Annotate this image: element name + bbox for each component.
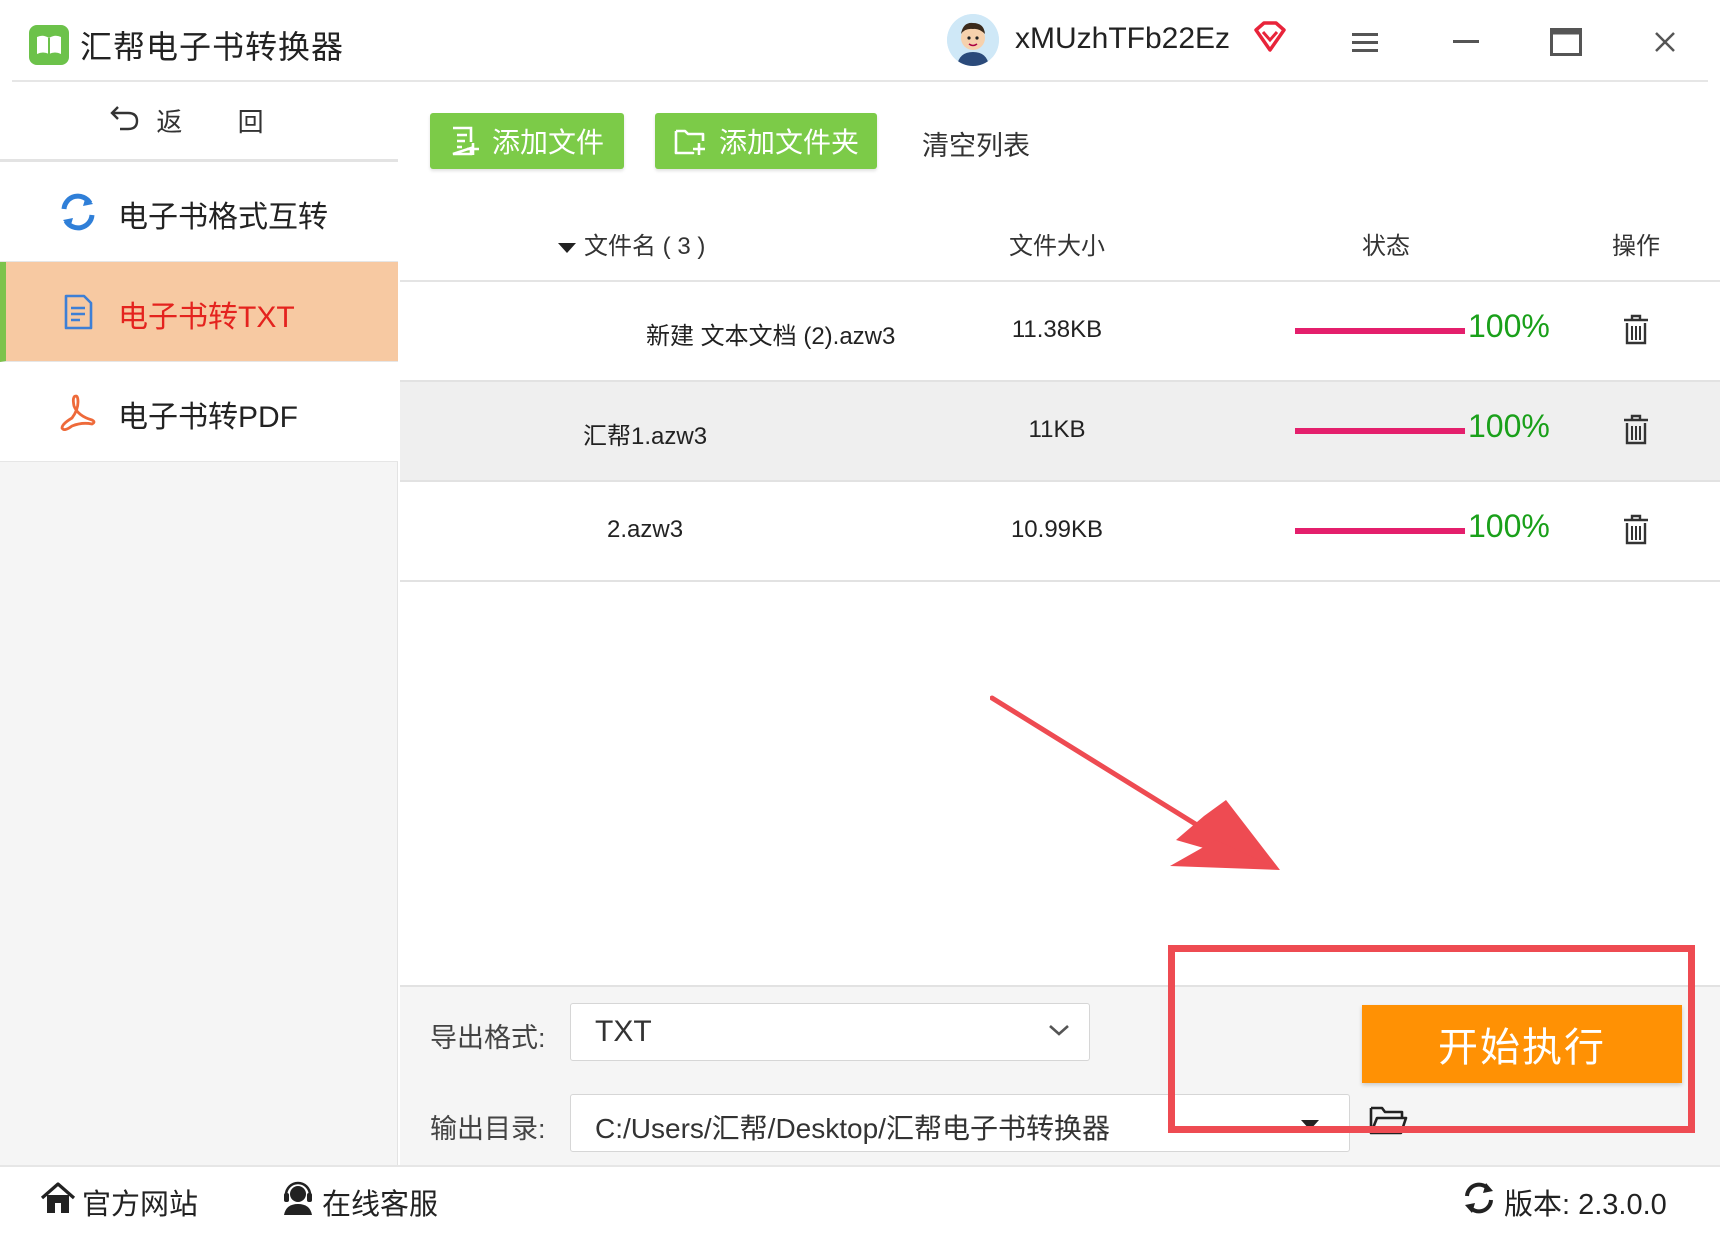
clear-list-button[interactable]: 清空列表 [922,124,1030,163]
headset-icon [280,1181,316,1223]
document-icon [58,292,98,332]
progress-text: 100% [1468,308,1550,344]
back-button[interactable]: 返 回 [0,82,398,162]
progress-text: 100% [1468,408,1550,444]
refresh-icon [58,192,98,232]
add-file-label: 添加文件 [492,127,605,158]
sidebar-item-to-txt[interactable]: 电子书转TXT [0,262,398,362]
open-folder-icon[interactable] [1368,1103,1408,1142]
sidebar-item-format-convert[interactable]: 电子书格式互转 [0,162,398,262]
title-bar: 汇帮电子书转换器 xMUzhTFb22Ez [0,0,1720,82]
app-logo-icon [29,25,69,65]
table-row[interactable]: 2.azw3 10.99KB 100% [400,482,1720,582]
refresh-icon [1462,1181,1496,1223]
online-support-link[interactable]: 在线客服 [280,1181,438,1223]
add-folder-icon [673,125,707,157]
chevron-down-icon [1047,1022,1071,1043]
column-header-size: 文件大小 [1009,233,1105,260]
column-header-filename-label: 文件名 ( 3 ) [584,233,706,260]
status-bar: 官方网站 在线客服 版本: 2.3.0.0 [0,1165,1720,1234]
sidebar: 返 回 电子书格式互转 电子书转TXT 电子书转PDF [0,82,398,1165]
export-format-value: TXT [595,1015,652,1048]
column-header-filename[interactable]: 文件名 ( 3 ) [558,226,705,261]
menu-icon[interactable] [1345,22,1385,62]
output-dir-select[interactable]: C:/Users/汇帮/Desktop/汇帮电子书转换器 [570,1094,1350,1152]
table-row[interactable]: 新建 文本文档 (2).azw3 11.38KB 100% [400,282,1720,382]
delete-icon[interactable] [1622,414,1650,451]
username[interactable]: xMUzhTFb22Ez [1015,22,1230,56]
dropdown-caret-icon [1301,1120,1319,1130]
online-support-label: 在线客服 [322,1189,439,1221]
sidebar-item-label: 电子书转PDF [118,401,298,434]
column-header-action: 操作 [1612,233,1660,260]
output-dir-value: C:/Users/汇帮/Desktop/汇帮电子书转换器 [595,1113,1110,1144]
version-info: 版本: 2.3.0.0 [1462,1181,1667,1223]
back-arrow-icon [110,103,140,138]
home-icon [40,1181,76,1223]
official-website-link[interactable]: 官方网站 [40,1181,198,1223]
start-button[interactable]: 开始执行 [1362,1005,1682,1083]
minimize-icon[interactable] [1446,22,1486,62]
delete-icon[interactable] [1622,514,1650,551]
user-avatar[interactable] [947,14,999,66]
progress-bar [1295,428,1465,434]
add-folder-button[interactable]: 添加文件夹 [655,113,877,169]
back-label: 返 回 [156,107,288,137]
table-row[interactable]: 汇帮1.azw3 11KB 100% [400,382,1720,482]
progress-bar [1295,528,1465,534]
progress-text: 100% [1468,508,1550,544]
column-header-status: 状态 [1362,233,1410,260]
sidebar-item-to-pdf[interactable]: 电子书转PDF [0,362,398,462]
pdf-icon [58,392,98,432]
sidebar-item-label: 电子书转TXT [118,301,295,334]
export-format-select[interactable]: TXT [570,1003,1090,1061]
add-file-button[interactable]: 添加文件 [430,113,624,169]
add-folder-label: 添加文件夹 [719,127,860,158]
vip-diamond-icon[interactable] [1252,20,1288,59]
sidebar-item-label: 电子书格式互转 [118,201,328,234]
output-dir-label: 输出目录: [430,1114,546,1144]
add-file-icon [448,125,480,157]
annotation-arrow [990,695,1280,870]
version-label: 版本: 2.3.0.0 [1504,1189,1667,1221]
maximize-icon[interactable] [1546,22,1586,62]
progress-bar [1295,328,1465,334]
official-website-label: 官方网站 [82,1189,199,1221]
app-title: 汇帮电子书转换器 [80,29,345,65]
sort-desc-icon [558,242,576,253]
export-format-label: 导出格式: [430,1023,546,1053]
delete-icon[interactable] [1622,314,1650,351]
close-icon[interactable] [1645,22,1685,62]
